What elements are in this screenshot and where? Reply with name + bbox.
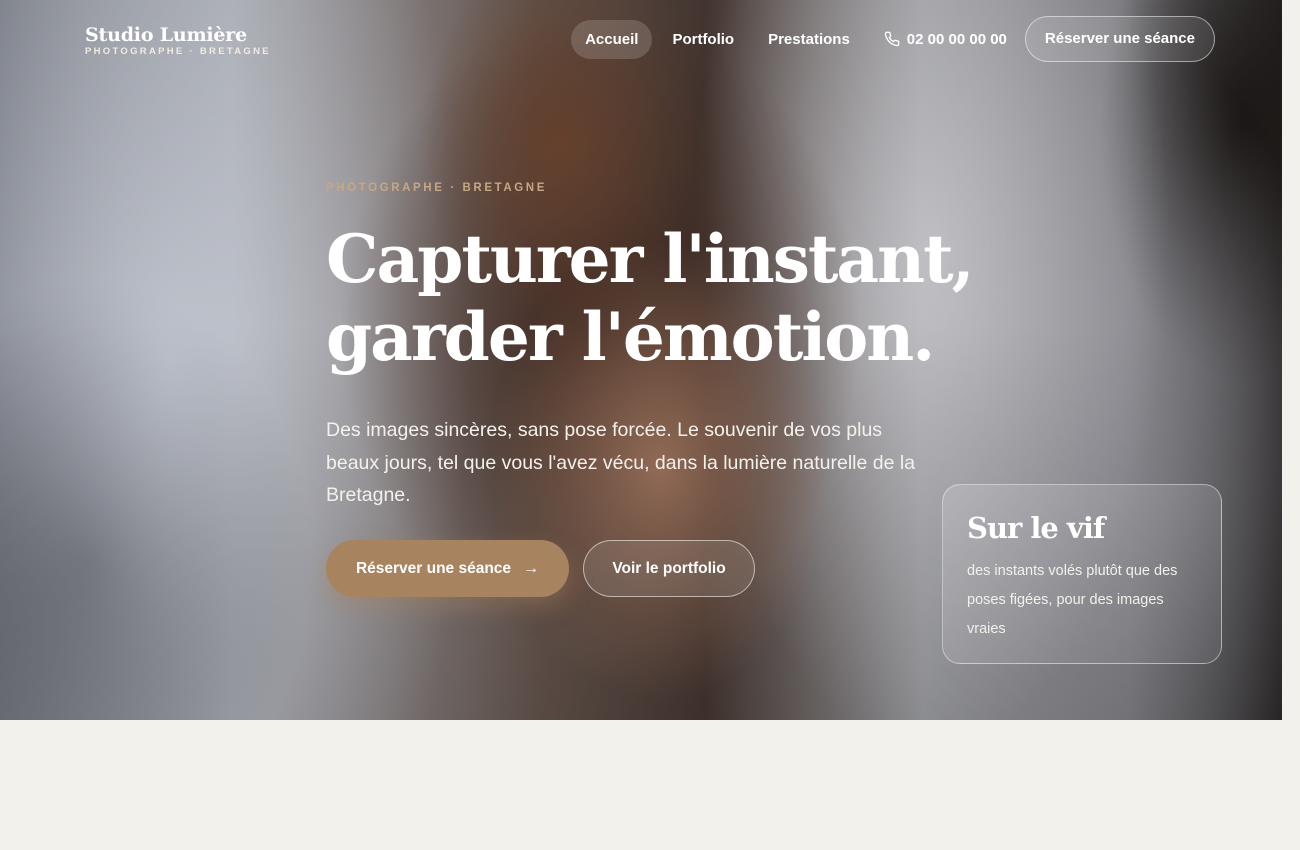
nav-item-accueil[interactable]: Accueil bbox=[571, 19, 653, 59]
hero-headline-line-2: garder l'émotion. bbox=[326, 298, 935, 376]
feature-card-text: des instants volés plutôt que des poses … bbox=[967, 563, 1178, 637]
nav-item-prestations[interactable]: Prestations bbox=[754, 20, 864, 59]
brand-tagline: PHOTOGRAPHE · BRETAGNE bbox=[85, 46, 271, 57]
nav-book-button[interactable]: Réserver une séance bbox=[1024, 16, 1215, 62]
book-session-button-label: Réserver une séance bbox=[355, 559, 512, 577]
feature-card-title: Sur le vif bbox=[967, 511, 1105, 545]
hero-eyebrow: PHOTOGRAPHE · BRETAGNE bbox=[326, 182, 547, 194]
nav-item-portfolio[interactable]: Portfolio bbox=[658, 20, 748, 59]
arrow-right-icon: → bbox=[523, 559, 540, 577]
brand-logo[interactable]: Studio Lumière PHOTOGRAPHE · BRETAGNE bbox=[85, 24, 271, 57]
hero-headline-line-1: Capturer l'instant, bbox=[326, 220, 975, 298]
hero-lead-text: Des images sincères, sans pose forcée. L… bbox=[326, 419, 916, 506]
nav-phone-link[interactable]: 02 00 00 00 00 bbox=[884, 31, 1007, 48]
main-nav: Accueil Portfolio Prestations 02 00 00 0… bbox=[571, 16, 1215, 62]
phone-icon bbox=[884, 31, 900, 47]
feature-card: Sur le vif des instants volés plutôt que… bbox=[942, 484, 1222, 664]
brand-name: Studio Lumière bbox=[85, 24, 247, 46]
nav-phone-number: 02 00 00 00 00 bbox=[906, 30, 1007, 48]
book-session-button[interactable]: Réserver une séance → bbox=[326, 540, 569, 597]
hero-headline: Capturer l'instant, garder l'émotion. bbox=[326, 220, 975, 376]
view-portfolio-button[interactable]: Voir le portfolio bbox=[583, 540, 755, 597]
